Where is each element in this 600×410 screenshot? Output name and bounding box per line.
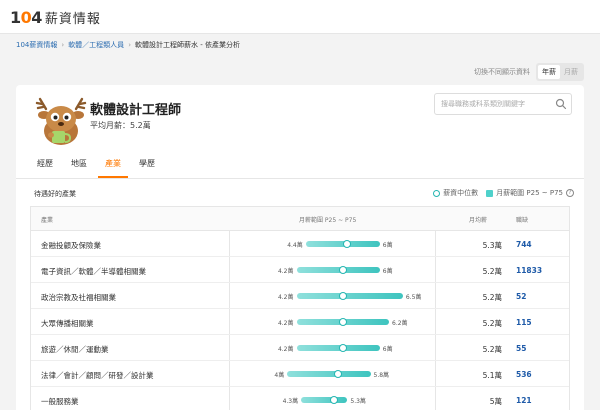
breadcrumb-category[interactable]: 軟體／工程類人員 xyxy=(68,41,124,49)
range-high-label: 6萬 xyxy=(382,242,393,249)
range-low-label: 4萬 xyxy=(274,372,285,379)
range-low-label: 4.3萬 xyxy=(282,398,299,405)
industry-name[interactable]: 一般服務業 xyxy=(41,396,79,407)
range-bar xyxy=(301,397,348,403)
period-toggle-group: 切換不同顯示資料 年薪 月薪 xyxy=(474,63,584,81)
range-low-label: 4.2萬 xyxy=(277,268,294,275)
salary-range-cell: 4.2萬 6.2萬 xyxy=(231,309,435,335)
job-title: 軟體設計工程師 xyxy=(90,103,182,118)
range-high-label: 6.2萬 xyxy=(392,320,408,327)
salary-range-cell: 4.2萬 6萬 xyxy=(231,257,435,283)
legend-range-label: 月薪範圍 P25 ~ P75 xyxy=(496,189,563,197)
toggle-monthly[interactable]: 月薪 xyxy=(560,65,582,79)
median-salary: 5.2萬 xyxy=(482,319,502,328)
industry-name[interactable]: 政治宗教及社福相關業 xyxy=(41,292,116,303)
job-count-link[interactable]: 115 xyxy=(516,318,532,327)
info-icon[interactable]: ? xyxy=(566,189,574,197)
range-low-label: 4.2萬 xyxy=(277,320,294,327)
median-marker xyxy=(338,318,347,326)
industry-name[interactable]: 法律／會計／顧問／研發／設計業 xyxy=(41,370,154,381)
search-input[interactable] xyxy=(435,94,553,114)
median-marker xyxy=(338,266,347,274)
range-high-label: 6萬 xyxy=(382,346,393,353)
job-count-link[interactable]: 52 xyxy=(516,292,526,301)
tab-region[interactable]: 地區 xyxy=(64,157,94,178)
header-count: 職缺 xyxy=(516,217,529,224)
job-count-link[interactable]: 744 xyxy=(516,240,532,249)
section-title: 待遇好的產業 xyxy=(34,190,76,198)
job-count-link[interactable]: 55 xyxy=(516,344,526,353)
logo-mark: 104 xyxy=(10,7,42,27)
salary-range-cell: 4.2萬 6.5萬 xyxy=(231,283,435,309)
range-high-label: 5.3萬 xyxy=(350,398,366,405)
median-salary: 5萬 xyxy=(489,397,502,406)
industry-name[interactable]: 旅遊／休閒／運動業 xyxy=(41,344,109,355)
job-count-link[interactable]: 11833 xyxy=(516,266,542,275)
median-marker xyxy=(329,396,338,404)
toggle-hint: 切換不同顯示資料 xyxy=(474,68,530,76)
header-industry: 產業 xyxy=(41,217,54,224)
header-range: 月薪範圍 P25 ~ P75 xyxy=(299,217,357,224)
range-high-label: 5.8萬 xyxy=(373,372,390,379)
table-row[interactable]: 旅遊／休閒／運動業 4.2萬 6萬 5.2萬 55 xyxy=(31,335,569,361)
industry-salary-table: 產業 月薪範圍 P25 ~ P75 月均薪 職缺 金融投顧及保險業 4.4萬 6萬 5… xyxy=(30,206,570,410)
legend-range-marker xyxy=(486,189,494,197)
average-salary: 平均月薪：5.2萬 xyxy=(90,121,151,130)
period-toggle: 年薪 月薪 xyxy=(536,63,584,81)
site-logo[interactable]: 104 薪資情報 xyxy=(10,6,101,28)
breadcrumb-separator: › xyxy=(128,41,131,49)
industry-name[interactable]: 電子資訊／軟體／半導體相關業 xyxy=(41,266,146,277)
table-row[interactable]: 政治宗教及社福相關業 4.2萬 6.5萬 5.2萬 52 xyxy=(31,283,569,309)
table-row[interactable]: 電子資訊／軟體／半導體相關業 4.2萬 6萬 5.2萬 11833 xyxy=(31,257,569,283)
table-body: 金融投顧及保險業 4.4萬 6萬 5.3萬 744 電子資訊／軟體／半導體相關業 4.2萬 6… xyxy=(31,231,569,410)
job-count-link[interactable]: 536 xyxy=(516,370,532,379)
median-salary: 5.1萬 xyxy=(482,371,502,380)
median-salary: 5.2萬 xyxy=(482,293,502,302)
legend: 薪資中位數 月薪範圍 P25 ~ P75 ? xyxy=(433,188,574,198)
header-median: 月均薪 xyxy=(469,217,488,224)
breadcrumb-current: 軟體設計工程師薪水 - 依產業分析 xyxy=(135,41,240,49)
breadcrumb: 104薪資情報 › 軟體／工程類人員 › 軟體設計工程師薪水 - 依產業分析 xyxy=(16,40,240,50)
range-high-label: 6.5萬 xyxy=(405,294,422,301)
tabs-divider xyxy=(16,178,584,179)
salary-range-cell: 4.3萬 5.3萬 xyxy=(231,387,435,410)
median-marker xyxy=(338,344,347,352)
range-low-label: 4.4萬 xyxy=(287,242,303,249)
range-low-label: 4.2萬 xyxy=(277,294,294,301)
job-card: 軟體設計工程師 平均月薪：5.2萬 經歷 地區 產業 學歷 待遇好的產業 薪資中… xyxy=(16,85,584,410)
median-marker xyxy=(338,292,347,300)
range-bar xyxy=(287,371,371,377)
table-header: 產業 月薪範圍 P25 ~ P75 月均薪 職缺 xyxy=(31,207,569,231)
table-row[interactable]: 金融投顧及保險業 4.4萬 6萬 5.3萬 744 xyxy=(31,231,569,257)
legend-median-marker xyxy=(433,189,441,197)
breadcrumb-home[interactable]: 104薪資情報 xyxy=(16,41,57,49)
salary-range-cell: 4.4萬 6萬 xyxy=(231,231,435,257)
tab-education[interactable]: 學歷 xyxy=(132,157,162,178)
range-low-label: 4.2萬 xyxy=(277,346,294,353)
tab-experience[interactable]: 經歷 xyxy=(30,157,60,178)
toggle-annual[interactable]: 年薪 xyxy=(538,65,560,79)
range-high-label: 6萬 xyxy=(382,268,393,275)
table-row[interactable]: 法律／會計／顧問／研發／設計業 4萬 5.8萬 5.1萬 536 xyxy=(31,361,569,387)
logo-text: 薪資情報 xyxy=(44,11,101,27)
top-bar: 104 薪資情報 xyxy=(0,0,600,34)
search-box xyxy=(434,93,572,115)
industry-name[interactable]: 金融投顧及保險業 xyxy=(41,240,101,251)
mascot-deer-icon xyxy=(35,97,87,145)
tab-industry[interactable]: 產業 xyxy=(98,157,128,178)
range-bar xyxy=(296,293,403,299)
median-salary: 5.3萬 xyxy=(482,241,502,250)
table-row[interactable]: 大眾傳播相關業 4.2萬 6.2萬 5.2萬 115 xyxy=(31,309,569,335)
median-salary: 5.2萬 xyxy=(482,267,502,276)
tab-bar: 經歷 地區 產業 學歷 xyxy=(30,157,166,179)
job-count-link[interactable]: 121 xyxy=(516,396,532,405)
table-row[interactable]: 一般服務業 4.3萬 5.3萬 5萬 121 xyxy=(31,387,569,410)
salary-range-cell: 4萬 5.8萬 xyxy=(231,361,435,387)
search-icon[interactable] xyxy=(555,98,567,110)
salary-range-cell: 4.2萬 6萬 xyxy=(231,335,435,361)
legend-median-label: 薪資中位數 xyxy=(443,189,479,197)
industry-name[interactable]: 大眾傳播相關業 xyxy=(41,318,94,329)
median-salary: 5.2萬 xyxy=(482,345,502,354)
breadcrumb-separator: › xyxy=(61,41,65,49)
